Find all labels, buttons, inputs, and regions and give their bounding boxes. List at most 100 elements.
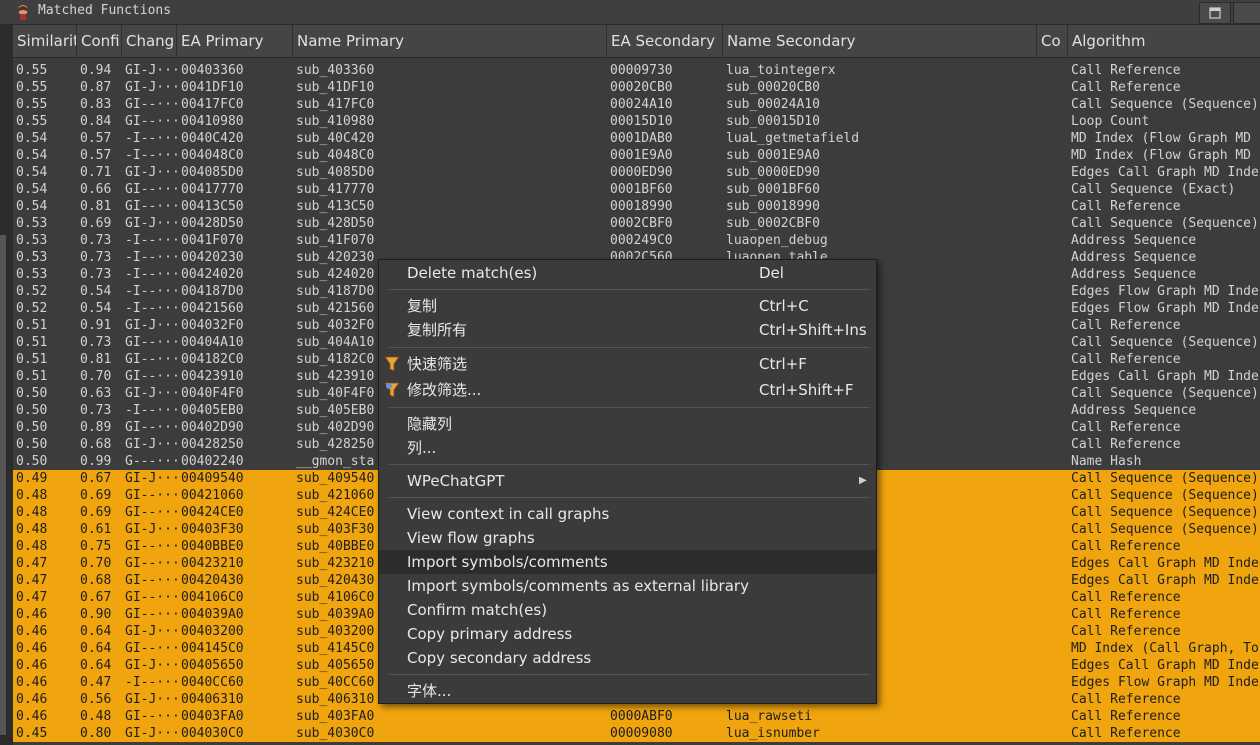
cell-similarity: 0.46 [16,709,48,724]
cell-confidence: 0.57 [80,148,112,163]
cell-changes: -I--··· [125,675,180,690]
cell-algorithm: Call Reference [1071,539,1181,554]
cell-algorithm: Address Sequence [1071,267,1197,282]
table-row[interactable]: 0.55 0.84 GI--··· 00410980 sub_410980 00015D1… [13,113,1260,130]
table-row[interactable]: 0.54 0.66 GI--··· 00417770 sub_417770 0001BF6… [13,181,1260,198]
cell-ea-primary: 004048C0 [181,148,244,163]
table-row[interactable]: 0.55 0.87 GI-J··· 0041DF10 sub_41DF10 00020CB… [13,79,1260,96]
cell-confidence: 0.73 [80,233,112,248]
cell-changes: GI-J··· [125,318,180,333]
cell-changes: -I--··· [125,148,180,163]
column-header-confidence[interactable]: Confi [77,25,122,57]
cell-name-primary: sub_4032F0 [296,318,375,333]
cell-confidence: 0.90 [80,607,112,622]
menu-item-copy-all[interactable]: 复制所有 Ctrl+Shift+Ins [379,318,876,342]
cell-confidence: 0.48 [80,709,112,724]
table-row[interactable]: 0.54 0.81 GI--··· 00413C50 sub_413C50 0001899… [13,198,1260,215]
cell-ea-primary: 00404A10 [181,335,244,350]
cell-similarity: 0.48 [16,539,48,554]
menu-item-font[interactable]: 字体... [379,679,876,703]
menu-separator [389,347,869,348]
close-window-button[interactable] [1233,2,1260,24]
table-row[interactable]: 0.54 0.57 -I--··· 004048C0 sub_4048C0 0001E9A… [13,147,1260,164]
menu-item-columns[interactable]: 列... [379,436,876,460]
table-row[interactable]: 0.46 0.48 GI--··· 00403FA0 sub_403FA0 0000ABF… [13,708,1260,725]
table-row[interactable]: 0.54 0.57 -I--··· 0040C420 sub_40C420 0001DAB… [13,130,1260,147]
cell-name-primary: sub_421560 [296,301,375,316]
column-header-name-secondary[interactable]: Name Secondary [723,25,1037,57]
cell-ea-primary: 004106C0 [181,590,244,605]
cell-algorithm: MD Index (Flow Graph MD [1071,131,1252,146]
menu-item-delete-matches[interactable]: Delete match(es) Del [379,261,876,285]
cell-similarity: 0.46 [16,658,48,673]
menu-item-copy-primary-address[interactable]: Copy primary address [379,622,876,646]
cell-changes: GI-J··· [125,624,180,639]
context-menu: Delete match(es) Del 复制 Ctrl+C 复制所有 Ctrl+Sh… [378,259,877,704]
cell-name-primary: sub_4048C0 [296,148,375,163]
cell-changes: GI-J··· [125,692,180,707]
cell-confidence: 0.73 [80,403,112,418]
cell-similarity: 0.48 [16,488,48,503]
column-header-algorithm[interactable]: Algorithm [1068,25,1260,57]
cell-similarity: 0.48 [16,505,48,520]
cell-changes: GI--··· [125,97,180,112]
cell-ea-secondary: 00024A10 [610,97,673,112]
cell-ea-primary: 00403200 [181,624,244,639]
table-row[interactable]: 0.53 0.73 -I--··· 0041F070 sub_41F070 000249C… [13,232,1260,249]
cell-name-secondary: lua_isnumber [726,726,820,741]
menu-item-import-symbols-external[interactable]: Import symbols/comments as external libr… [379,574,876,598]
menu-item-quick-filter[interactable]: 快速筛选 Ctrl+F [379,352,876,376]
menu-item-copy[interactable]: 复制 Ctrl+C [379,294,876,318]
cell-ea-primary: 00420230 [181,250,244,265]
menu-item-import-symbols[interactable]: Import symbols/comments [379,550,876,574]
cell-ea-primary: 004145C0 [181,641,244,656]
column-header-ea-primary[interactable]: EA Primary [177,25,293,57]
cell-algorithm: Edges Flow Graph MD Inde [1071,284,1259,299]
cell-confidence: 0.73 [80,335,112,350]
column-header-comments[interactable]: Co [1037,25,1068,57]
table-row[interactable]: 0.45 0.80 GI-J··· 004030C0 sub_4030C0 0000908… [13,725,1260,742]
restore-window-button[interactable] [1199,2,1231,24]
column-header-changes[interactable]: Chang [122,25,177,57]
cell-similarity: 0.54 [16,165,48,180]
cell-algorithm: Call Reference [1071,352,1181,367]
cell-similarity: 0.46 [16,607,48,622]
cell-confidence: 0.71 [80,165,112,180]
cell-algorithm: Call Reference [1071,318,1181,333]
cell-similarity: 0.51 [16,369,48,384]
cell-ea-primary: 004030C0 [181,726,244,741]
menu-separator [389,407,869,408]
menu-item-view-flow-graphs[interactable]: View flow graphs [379,526,876,550]
cell-changes: GI--··· [125,369,180,384]
cell-name-primary: sub_403360 [296,63,375,78]
column-header-ea-secondary[interactable]: EA Secondary [607,25,723,57]
cell-confidence: 0.64 [80,641,112,656]
menu-item-confirm-matches[interactable]: Confirm match(es) [379,598,876,622]
cell-similarity: 0.46 [16,675,48,690]
menu-item-wpechatgpt[interactable]: WPeChatGPT ▶ [379,469,876,493]
cell-name-primary: sub_420230 [296,250,375,265]
cell-ea-primary: 004032F0 [181,318,244,333]
menu-item-view-context[interactable]: View context in call graphs [379,502,876,526]
table-row[interactable]: 0.55 0.94 GI-J··· 00403360 sub_403360 0000973… [13,62,1260,79]
cell-algorithm: Address Sequence [1071,403,1197,418]
cell-confidence: 0.84 [80,114,112,129]
table-row[interactable]: 0.54 0.71 GI-J··· 004085D0 sub_4085D0 0000ED9… [13,164,1260,181]
table-row[interactable]: 0.55 0.83 GI--··· 00417FC0 sub_417FC0 00024A1… [13,96,1260,113]
menu-item-copy-secondary-address[interactable]: Copy secondary address [379,646,876,670]
funnel-icon [384,356,400,372]
table-row[interactable]: 0.53 0.69 GI-J··· 00428D50 sub_428D50 0002CBF… [13,215,1260,232]
cell-name-primary: sub_41F070 [296,233,375,248]
menu-item-modify-filter[interactable]: 修改筛选... Ctrl+Shift+F [379,378,876,402]
column-header-similarity[interactable]: Similarit [13,25,77,57]
cell-similarity: 0.50 [16,437,48,452]
cell-ea-primary: 0040BBE0 [181,539,244,554]
cell-name-primary: sub_405650 [296,658,375,673]
menu-item-hide-column[interactable]: 隐藏列 [379,412,876,436]
cell-confidence: 0.67 [80,590,112,605]
cell-algorithm: Edges Call Graph MD Inde [1071,658,1259,673]
cell-confidence: 0.75 [80,539,112,554]
column-header-name-primary[interactable]: Name Primary [293,25,607,57]
cell-confidence: 0.63 [80,386,112,401]
cell-ea-primary: 004085D0 [181,165,244,180]
